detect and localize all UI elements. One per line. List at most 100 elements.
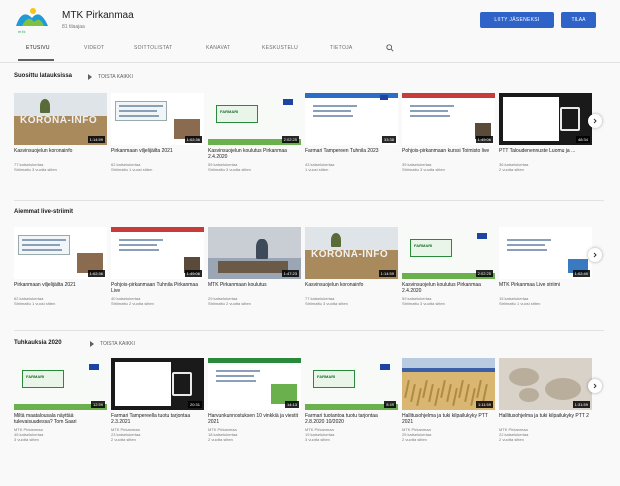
video-card[interactable]: 1:11:59 Hallitusohjelma ja tuki kilpailuk… — [402, 358, 495, 442]
video-title[interactable]: MTK Pirkanmaa Live striimi — [499, 282, 592, 294]
video-title[interactable]: Farmari Tampereen Tuhnila 2023 — [305, 148, 398, 160]
video-title[interactable]: Kasvinsuojelun koronainfo — [305, 282, 398, 294]
video-meta-line: 2 vuotta sitten — [208, 437, 233, 442]
video-meta: 43 katselukertaa 1 vuosi sitten — [305, 162, 398, 172]
tab-home[interactable]: Etusivu — [26, 45, 50, 51]
video-title[interactable]: Kasvinsuojelun koulutus Pirkanmaa 2.4.20… — [208, 148, 301, 160]
video-card[interactable]: 1:49:06 Pohjois-pirkanmaan Tuhnila Pirkan… — [111, 227, 204, 306]
video-card[interactable]: 1:02:36 Pirkanmaan viljelijäilta 2021 62 k… — [14, 227, 107, 306]
video-meta: MTK Pirkanmaa 22 katselukertaa 2 vuotta si… — [499, 427, 592, 442]
video-meta: 39 katselukertaa Striimattu 3 vuotta sitt… — [402, 162, 495, 172]
video-title[interactable]: Farmari Tampereella tuotu tarjontaa 2.3.… — [111, 413, 204, 425]
video-thumbnail[interactable]: FARMARI 2:02:25 — [402, 227, 495, 279]
video-card[interactable]: FARMARI 8:49 Farmari tuotantoa tuotu tarjo… — [305, 358, 398, 442]
video-thumbnail[interactable]: KORONA-INFO 1:14:59 — [14, 93, 107, 145]
video-thumbnail[interactable]: 1:49:06 — [402, 93, 495, 145]
video-thumbnail[interactable]: 48:34 — [499, 93, 592, 145]
tab-about[interactable]: Tietoja — [330, 45, 353, 51]
video-card[interactable]: 48:34 PTT Taloudenennuste Luomu ja ... 36 … — [499, 93, 592, 172]
video-card[interactable]: KORONA-INFO 1:14:59 Kasvinsuojelun koronai… — [14, 93, 107, 172]
video-thumbnail[interactable]: 1:02:36 — [14, 227, 107, 279]
video-meta: 15 katselukertaa Striimattu 1 vuosi sitte… — [499, 296, 592, 306]
thumbnail-art: KORONA-INFO — [20, 115, 98, 126]
video-card[interactable]: 14:13 Harvunkunnostuksen 10 vinkkiä ja vi… — [208, 358, 301, 442]
video-title[interactable]: Miltä maatalousala näyttää tulevaisuudes… — [14, 413, 107, 425]
video-card[interactable]: FARMARI 12:59 Miltä maatalousala näyttää t… — [14, 358, 107, 442]
video-thumbnail[interactable]: 33:38 — [305, 93, 398, 145]
shelf-next-button[interactable] — [588, 379, 602, 393]
video-duration: 1:14:59 — [87, 136, 105, 143]
play-all-popular[interactable]: Toista kaikki — [88, 74, 133, 80]
tab-videos[interactable]: Videot — [84, 45, 104, 51]
video-thumbnail[interactable]: 1:31:59 — [499, 358, 592, 410]
video-thumbnail[interactable]: 20:31 — [111, 358, 204, 410]
video-title[interactable]: Harvunkunnostuksen 10 vinkkiä ja viestit… — [208, 413, 301, 425]
video-title[interactable]: Pirkanmaan viljelijäilta 2021 — [111, 148, 204, 160]
subscriber-count: 81 tilaajaa — [62, 24, 85, 30]
video-title[interactable]: Pohjois-pirkanmaan Tuhnila Pirkanmaa Liv… — [111, 282, 204, 294]
thumbnail-art — [380, 95, 388, 100]
video-meta-line: 2 vuotta sitten — [402, 437, 427, 442]
video-meta-line: Striimattu 3 vuotta sitten — [402, 301, 445, 306]
video-thumbnail[interactable]: FARMARI 8:49 — [305, 358, 398, 410]
thumbnail-art — [313, 115, 353, 117]
tab-playlists[interactable]: Soittolistat — [134, 45, 172, 51]
video-thumbnail[interactable]: 1:02:40 — [499, 227, 592, 279]
chevron-right-icon — [593, 118, 597, 124]
video-thumbnail[interactable]: 1:49:06 — [111, 227, 204, 279]
video-meta: 36 katselukertaa 2 vuotta sitten — [499, 162, 592, 172]
thumbnail-art — [509, 368, 539, 386]
section-title-recordings: Tuhkauksia 2020 — [14, 340, 62, 346]
thumbnail-art — [410, 383, 416, 403]
video-card[interactable]: 1:49:06 Pohjois-pirkanmaan kurssi Toimist… — [402, 93, 495, 172]
shelf-next-button[interactable] — [588, 248, 602, 262]
video-duration: 1:47:23 — [281, 270, 299, 277]
video-card[interactable]: 1:47:23 MTK Pirkanmaan koulutus 29 katselu… — [208, 227, 301, 306]
video-title[interactable]: MTK Pirkanmaan koulutus — [208, 282, 301, 294]
video-title[interactable]: Kasvinsuojelun koronainfo — [14, 148, 107, 160]
shelf-next-button[interactable] — [588, 114, 602, 128]
video-card[interactable]: FARMARI 2:02:25 Kasvinsuojelun koulutus Pi… — [402, 227, 495, 306]
video-card[interactable]: KORONA-INFO 1:14:59 Kasvinsuojelun koronai… — [305, 227, 398, 306]
video-card[interactable]: FARMARI 2:02:25 Kasvinsuojelun koulutus Pi… — [208, 93, 301, 172]
video-thumbnail[interactable]: 1:02:36 — [111, 93, 204, 145]
play-icon — [88, 74, 92, 80]
join-button[interactable]: Liity jäseneksi — [480, 12, 554, 28]
play-icon — [90, 341, 94, 347]
channel-logo-icon[interactable] — [14, 6, 50, 30]
video-thumbnail[interactable]: FARMARI 12:59 — [14, 358, 107, 410]
video-meta-line: 3 vuotta sitten — [305, 437, 330, 442]
thumbnail-art — [416, 387, 422, 407]
section-title-popular: Suosittu latauksissa — [14, 73, 73, 79]
tab-channels[interactable]: Kanavat — [206, 45, 230, 51]
video-card[interactable]: 1:31:59 Hallitusohjelma ja tuki kilpailuk… — [499, 358, 592, 442]
video-duration: 1:49:06 — [184, 270, 202, 277]
video-thumbnail[interactable]: 1:11:59 — [402, 358, 495, 410]
video-title[interactable]: Pirkanmaan viljelijäilta 2021 — [14, 282, 107, 294]
video-thumbnail[interactable]: KORONA-INFO 1:14:59 — [305, 227, 398, 279]
thumbnail-art — [14, 93, 107, 117]
tab-discussion[interactable]: Keskustelu — [262, 45, 298, 51]
video-card[interactable]: 1:02:36 Pirkanmaan viljelijäilta 2021 62 k… — [111, 93, 204, 172]
thumbnail-art — [216, 375, 254, 377]
video-title[interactable]: PTT Taloudenennuste Luomu ja ... — [499, 148, 592, 160]
video-title[interactable]: Hallitusohjelma ja tuki kilpailukyky PTT… — [402, 413, 495, 425]
video-thumbnail[interactable]: FARMARI 2:02:25 — [208, 93, 301, 145]
video-title[interactable]: Pohjois-pirkanmaan kurssi Toimisto live — [402, 148, 495, 160]
video-thumbnail[interactable]: 1:47:23 — [208, 227, 301, 279]
video-thumbnail[interactable]: 14:13 — [208, 358, 301, 410]
subscribe-button[interactable]: Tilaa — [561, 12, 596, 28]
video-card[interactable]: 33:38 Farmari Tampereen Tuhnila 2023 43 ka… — [305, 93, 398, 172]
play-all-recordings[interactable]: Toista kaikki — [90, 341, 135, 347]
video-meta: MTK Pirkanmaa 23 katselukertaa 2 vuotta si… — [111, 427, 204, 442]
video-title[interactable]: Farmari tuotantoa tuotu tarjontaa 2.8.20… — [305, 413, 398, 425]
video-meta-line: 2 vuotta sitten — [499, 437, 524, 442]
search-icon[interactable] — [386, 44, 394, 52]
thumbnail-art — [172, 372, 192, 396]
video-card[interactable]: 20:31 Farmari Tampereella tuotu tarjontaa… — [111, 358, 204, 442]
video-title[interactable]: Hallitusohjelma ja tuki kilpailukyky PTT… — [499, 413, 592, 425]
video-card[interactable]: 1:02:40 MTK Pirkanmaa Live striimi 15 kats… — [499, 227, 592, 306]
thumbnail-art — [507, 239, 551, 241]
video-title[interactable]: Kasvinsuojelun koulutus Pirkanmaa 2.4.20… — [402, 282, 495, 294]
video-duration: 20:31 — [187, 401, 202, 408]
